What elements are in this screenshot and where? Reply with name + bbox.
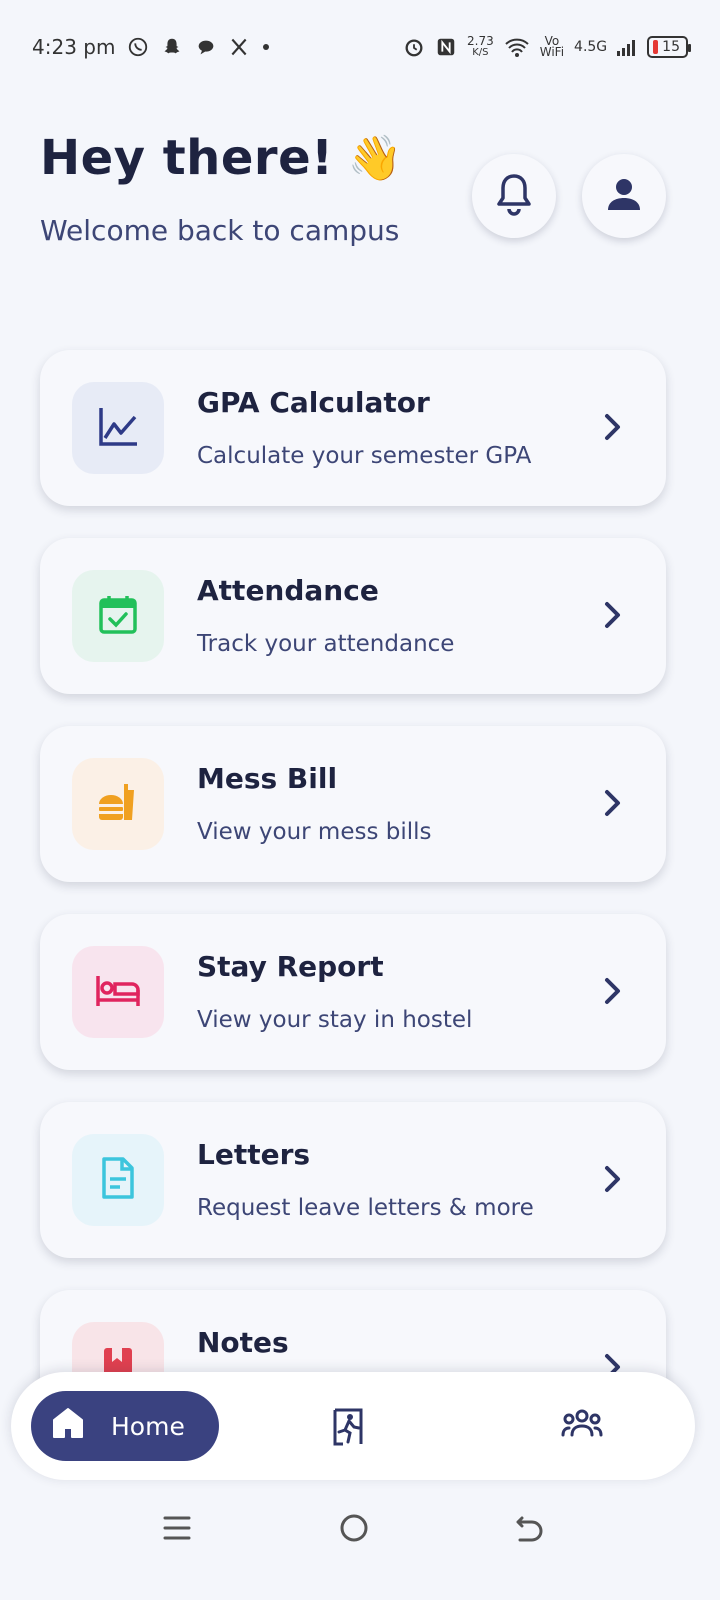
card-icon-box [72,570,164,662]
menu-icon[interactable] [162,1512,192,1548]
card-stay-report[interactable]: Stay Report View your stay in hostel [40,914,666,1070]
back-icon[interactable] [514,1512,546,1548]
chevron-right-icon [602,976,622,1010]
card-icon-box [72,1134,164,1226]
snapchat-icon [161,36,183,58]
card-subtitle: Track your attendance [197,631,455,657]
profile-button[interactable] [582,154,666,238]
page-title: Hey there! 👋 [40,130,403,186]
whatsapp-icon [127,36,149,58]
card-mess-bill[interactable]: Mess Bill View your mess bills [40,726,666,882]
card-title: Mess Bill [197,762,338,795]
card-letters[interactable]: Letters Request leave letters & more [40,1102,666,1258]
card-subtitle: View your mess bills [197,819,432,845]
status-bar: 4:23 pm 2.73 K/S Vo WiFi 4.5G 15 [0,0,720,94]
card-attendance[interactable]: Attendance Track your attendance [40,538,666,694]
fastfood-icon [94,778,142,830]
card-title: GPA Calculator [197,386,430,419]
network-type: 4.5G [574,39,608,55]
volte-wifi: Vo WiFi [539,34,565,59]
wifi-icon [504,36,530,58]
person-icon [604,174,644,218]
nfc-icon [435,36,457,58]
battery-indicator: 15 [647,36,691,58]
card-title: Notes [197,1326,289,1359]
card-title: Stay Report [197,950,384,983]
home-icon [51,1406,85,1446]
greeting: Hey there! 👋 Welcome back to campus [40,130,403,247]
exit-door-icon [331,1408,367,1450]
more-dot-icon [261,42,271,52]
x-icon [229,37,249,57]
feature-list: GPA Calculator Calculate your semester G… [40,350,666,1478]
net-speed: 2.73 K/S [467,34,494,58]
card-title: Letters [197,1138,311,1171]
chevron-right-icon [602,788,622,822]
bell-icon [494,172,534,220]
chevron-right-icon [602,412,622,446]
page-subtitle: Welcome back to campus [40,214,400,247]
card-title: Attendance [197,574,379,607]
bottom-navigation: Home [11,1372,695,1480]
bed-icon [94,970,142,1014]
chat-bubble-icon [195,36,217,58]
calendar-check-icon [96,592,140,640]
signal-icon [617,38,637,56]
wave-emoji: 👋 [347,133,403,184]
home-circle-icon[interactable] [338,1512,370,1548]
document-icon [98,1155,138,1205]
status-time: 4:23 pm [32,35,116,59]
chevron-right-icon [602,600,622,634]
nav-home[interactable]: Home [31,1391,219,1461]
card-icon-box [72,382,164,474]
card-subtitle: Request leave letters & more [197,1195,534,1221]
card-icon-box [72,758,164,850]
system-navigation-bar [0,1490,720,1600]
card-subtitle: Calculate your semester GPA [197,443,532,469]
card-gpa-calculator[interactable]: GPA Calculator Calculate your semester G… [40,350,666,506]
chart-line-icon [96,404,140,452]
card-subtitle: View your stay in hostel [197,1007,473,1033]
card-icon-box [72,946,164,1038]
alarm-icon [403,36,425,58]
nav-gate-pass[interactable] [331,1406,367,1450]
nav-home-label: Home [111,1411,185,1441]
notifications-button[interactable] [472,154,556,238]
chevron-right-icon [602,1164,622,1198]
nav-community[interactable] [561,1408,603,1442]
people-icon [561,1409,603,1442]
